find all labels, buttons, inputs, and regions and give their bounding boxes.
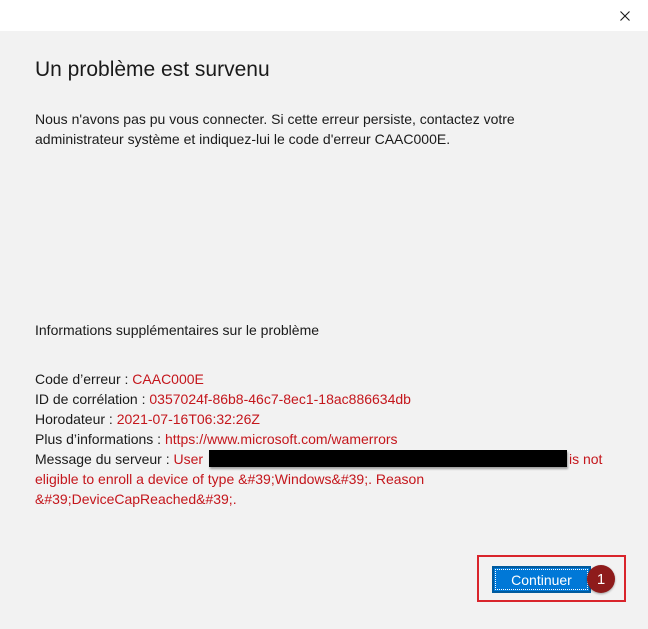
more-info-label: Plus d’informations :	[35, 431, 165, 447]
info-heading: Informations supplémentaires sur le prob…	[35, 322, 320, 338]
close-icon	[620, 10, 630, 21]
more-info-row: Plus d’informations : https://www.micros…	[35, 429, 625, 449]
timestamp-value: 2021-07-16T06:32:26Z	[116, 411, 260, 427]
correlation-label: ID de corrélation :	[35, 391, 150, 407]
correlation-value: 0357024f-86b8-46c7-8ec1-18ac886634db	[149, 391, 411, 407]
more-info-link[interactable]: https://www.microsoft.com/wamerrors	[165, 431, 398, 447]
timestamp-row: Horodateur : 2021-07-16T06:32:26Z	[35, 409, 625, 429]
error-code-value: CAAC000E	[132, 371, 204, 387]
title-bar	[0, 0, 648, 31]
page-title: Un problème est survenu	[35, 58, 270, 81]
close-button[interactable]	[602, 0, 648, 31]
step-badge: 1	[587, 565, 615, 593]
server-message-row: Message du serveur : User is not eligibl…	[35, 449, 625, 509]
error-code-row: Code d’erreur : CAAC000E	[35, 369, 625, 389]
continue-button[interactable]: Continuer	[492, 566, 591, 593]
server-message-label: Message du serveur :	[35, 451, 174, 467]
error-details: Code d’erreur : CAAC000E ID de corrélati…	[35, 369, 625, 509]
timestamp-label: Horodateur :	[35, 411, 117, 427]
server-message-prefix: User	[173, 451, 207, 467]
error-message: Nous n'avons pas pu vous connecter. Si c…	[35, 111, 515, 147]
error-code-label: Code d’erreur :	[35, 371, 133, 387]
correlation-row: ID de corrélation : 0357024f-86b8-46c7-8…	[35, 389, 625, 409]
redaction-bar	[208, 450, 567, 467]
